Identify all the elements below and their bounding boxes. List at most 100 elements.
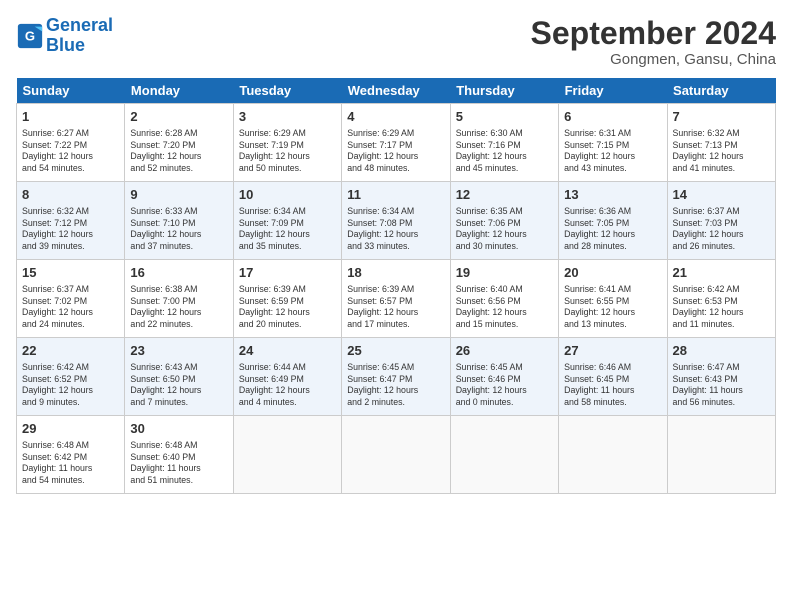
day-detail: Sunrise: 6:42 AMSunset: 6:53 PMDaylight:… bbox=[673, 284, 770, 332]
day-number: 12 bbox=[456, 186, 553, 204]
day-number: 5 bbox=[456, 108, 553, 126]
day-detail: Sunrise: 6:43 AMSunset: 6:50 PMDaylight:… bbox=[130, 362, 227, 410]
calendar-cell: 16Sunrise: 6:38 AMSunset: 7:00 PMDayligh… bbox=[125, 260, 233, 338]
day-detail: Sunrise: 6:39 AMSunset: 6:59 PMDaylight:… bbox=[239, 284, 336, 332]
calendar-cell bbox=[667, 416, 775, 494]
day-detail: Sunrise: 6:31 AMSunset: 7:15 PMDaylight:… bbox=[564, 128, 661, 176]
day-number: 30 bbox=[130, 420, 227, 438]
calendar-cell: 12 Sunrise: 6:35 AMSunset: 7:06 PMDayligh… bbox=[450, 182, 558, 260]
day-number: 25 bbox=[347, 342, 444, 360]
day-detail: Sunrise: 6:42 AMSunset: 6:52 PMDaylight:… bbox=[22, 362, 119, 410]
calendar-cell: 20Sunrise: 6:41 AMSunset: 6:55 PMDayligh… bbox=[559, 260, 667, 338]
day-number: 24 bbox=[239, 342, 336, 360]
calendar-cell: 10 Sunrise: 6:34 AMSunset: 7:09 PMDayligh… bbox=[233, 182, 341, 260]
calendar-cell: 8 Sunrise: 6:32 AMSunset: 7:12 PMDaylight… bbox=[17, 182, 125, 260]
calendar-cell: 2Sunrise: 6:28 AMSunset: 7:20 PMDaylight… bbox=[125, 104, 233, 182]
day-detail: Sunrise: 6:45 AMSunset: 6:47 PMDaylight:… bbox=[347, 362, 444, 410]
calendar-cell: 28 Sunrise: 6:47 AMSunset: 6:43 PMDayligh… bbox=[667, 338, 775, 416]
weekday-header: Saturday bbox=[667, 78, 775, 104]
calendar-cell: 5 Sunrise: 6:30 AMSunset: 7:16 PMDaylight… bbox=[450, 104, 558, 182]
calendar-cell bbox=[233, 416, 341, 494]
day-number: 28 bbox=[673, 342, 770, 360]
day-number: 27 bbox=[564, 342, 661, 360]
day-detail: Sunrise: 6:32 AMSunset: 7:13 PMDaylight:… bbox=[673, 128, 770, 176]
day-detail: Sunrise: 6:27 AMSunset: 7:22 PMDaylight:… bbox=[22, 128, 119, 176]
calendar-cell: 19Sunrise: 6:40 AMSunset: 6:56 PMDayligh… bbox=[450, 260, 558, 338]
weekday-header: Thursday bbox=[450, 78, 558, 104]
calendar-week-row: 1 Sunrise: 6:27 AMSunset: 7:22 PMDaylight… bbox=[17, 104, 776, 182]
calendar-cell: 9 Sunrise: 6:33 AMSunset: 7:10 PMDaylight… bbox=[125, 182, 233, 260]
calendar-week-row: 22 Sunrise: 6:42 AMSunset: 6:52 PMDayligh… bbox=[17, 338, 776, 416]
calendar-cell: 13Sunrise: 6:36 AMSunset: 7:05 PMDayligh… bbox=[559, 182, 667, 260]
day-detail: Sunrise: 6:37 AMSunset: 7:02 PMDaylight:… bbox=[22, 284, 119, 332]
calendar-cell: 4 Sunrise: 6:29 AMSunset: 7:17 PMDaylight… bbox=[342, 104, 450, 182]
calendar-cell bbox=[559, 416, 667, 494]
day-number: 26 bbox=[456, 342, 553, 360]
day-detail: Sunrise: 6:39 AMSunset: 6:57 PMDaylight:… bbox=[347, 284, 444, 332]
calendar-cell: 30 Sunrise: 6:48 AMSunset: 6:40 PMDayligh… bbox=[125, 416, 233, 494]
logo-icon: G bbox=[16, 22, 44, 50]
svg-text:G: G bbox=[25, 28, 35, 43]
day-detail: Sunrise: 6:32 AMSunset: 7:12 PMDaylight:… bbox=[22, 206, 119, 254]
month-title: September 2024 bbox=[531, 16, 776, 51]
day-number: 6 bbox=[564, 108, 661, 126]
day-number: 7 bbox=[673, 108, 770, 126]
day-number: 8 bbox=[22, 186, 119, 204]
calendar-cell: 23 Sunrise: 6:43 AMSunset: 6:50 PMDayligh… bbox=[125, 338, 233, 416]
day-number: 18 bbox=[347, 264, 444, 282]
title-area: September 2024 Gongmen, Gansu, China bbox=[531, 16, 776, 68]
calendar-cell bbox=[450, 416, 558, 494]
calendar-cell: 25 Sunrise: 6:45 AMSunset: 6:47 PMDayligh… bbox=[342, 338, 450, 416]
day-detail: Sunrise: 6:40 AMSunset: 6:56 PMDaylight:… bbox=[456, 284, 553, 332]
day-number: 21 bbox=[673, 264, 770, 282]
calendar-cell: 15 Sunrise: 6:37 AMSunset: 7:02 PMDayligh… bbox=[17, 260, 125, 338]
day-number: 10 bbox=[239, 186, 336, 204]
day-number: 1 bbox=[22, 108, 119, 126]
calendar-cell: 11 Sunrise: 6:34 AMSunset: 7:08 PMDayligh… bbox=[342, 182, 450, 260]
day-detail: Sunrise: 6:48 AMSunset: 6:42 PMDaylight:… bbox=[22, 440, 119, 488]
day-detail: Sunrise: 6:44 AMSunset: 6:49 PMDaylight:… bbox=[239, 362, 336, 410]
calendar-cell: 1 Sunrise: 6:27 AMSunset: 7:22 PMDaylight… bbox=[17, 104, 125, 182]
day-detail: Sunrise: 6:34 AMSunset: 7:08 PMDaylight:… bbox=[347, 206, 444, 254]
day-number: 22 bbox=[22, 342, 119, 360]
day-number: 11 bbox=[347, 186, 444, 204]
logo: G General Blue bbox=[16, 16, 113, 56]
day-detail: Sunrise: 6:47 AMSunset: 6:43 PMDaylight:… bbox=[673, 362, 770, 410]
calendar-week-row: 8 Sunrise: 6:32 AMSunset: 7:12 PMDaylight… bbox=[17, 182, 776, 260]
calendar-cell: 26 Sunrise: 6:45 AMSunset: 6:46 PMDayligh… bbox=[450, 338, 558, 416]
day-number: 2 bbox=[130, 108, 227, 126]
day-detail: Sunrise: 6:48 AMSunset: 6:40 PMDaylight:… bbox=[130, 440, 227, 488]
day-number: 23 bbox=[130, 342, 227, 360]
logo-text: General Blue bbox=[46, 16, 113, 56]
calendar-cell: 22 Sunrise: 6:42 AMSunset: 6:52 PMDayligh… bbox=[17, 338, 125, 416]
calendar-cell: 24 Sunrise: 6:44 AMSunset: 6:49 PMDayligh… bbox=[233, 338, 341, 416]
day-detail: Sunrise: 6:45 AMSunset: 6:46 PMDaylight:… bbox=[456, 362, 553, 410]
day-number: 15 bbox=[22, 264, 119, 282]
calendar-cell: 17 Sunrise: 6:39 AMSunset: 6:59 PMDayligh… bbox=[233, 260, 341, 338]
day-number: 16 bbox=[130, 264, 227, 282]
day-number: 9 bbox=[130, 186, 227, 204]
calendar-cell: 7 Sunrise: 6:32 AMSunset: 7:13 PMDaylight… bbox=[667, 104, 775, 182]
day-number: 4 bbox=[347, 108, 444, 126]
calendar-cell: 3Sunrise: 6:29 AMSunset: 7:19 PMDaylight… bbox=[233, 104, 341, 182]
calendar-cell: 14Sunrise: 6:37 AMSunset: 7:03 PMDayligh… bbox=[667, 182, 775, 260]
calendar-cell: 6 Sunrise: 6:31 AMSunset: 7:15 PMDaylight… bbox=[559, 104, 667, 182]
calendar-week-row: 29 Sunrise: 6:48 AMSunset: 6:42 PMDayligh… bbox=[17, 416, 776, 494]
day-detail: Sunrise: 6:37 AMSunset: 7:03 PMDaylight:… bbox=[673, 206, 770, 254]
day-number: 29 bbox=[22, 420, 119, 438]
day-number: 20 bbox=[564, 264, 661, 282]
calendar-week-row: 15 Sunrise: 6:37 AMSunset: 7:02 PMDayligh… bbox=[17, 260, 776, 338]
page-header: G General Blue September 2024 Gongmen, G… bbox=[16, 16, 776, 68]
day-detail: Sunrise: 6:35 AMSunset: 7:06 PMDaylight:… bbox=[456, 206, 553, 254]
day-detail: Sunrise: 6:29 AMSunset: 7:19 PMDaylight:… bbox=[239, 128, 336, 176]
day-detail: Sunrise: 6:29 AMSunset: 7:17 PMDaylight:… bbox=[347, 128, 444, 176]
weekday-header: Sunday bbox=[17, 78, 125, 104]
calendar-cell: 18 Sunrise: 6:39 AMSunset: 6:57 PMDayligh… bbox=[342, 260, 450, 338]
weekday-header-row: SundayMondayTuesdayWednesdayThursdayFrid… bbox=[17, 78, 776, 104]
weekday-header: Friday bbox=[559, 78, 667, 104]
day-detail: Sunrise: 6:30 AMSunset: 7:16 PMDaylight:… bbox=[456, 128, 553, 176]
day-detail: Sunrise: 6:33 AMSunset: 7:10 PMDaylight:… bbox=[130, 206, 227, 254]
calendar-cell: 21 Sunrise: 6:42 AMSunset: 6:53 PMDayligh… bbox=[667, 260, 775, 338]
day-number: 17 bbox=[239, 264, 336, 282]
day-detail: Sunrise: 6:34 AMSunset: 7:09 PMDaylight:… bbox=[239, 206, 336, 254]
